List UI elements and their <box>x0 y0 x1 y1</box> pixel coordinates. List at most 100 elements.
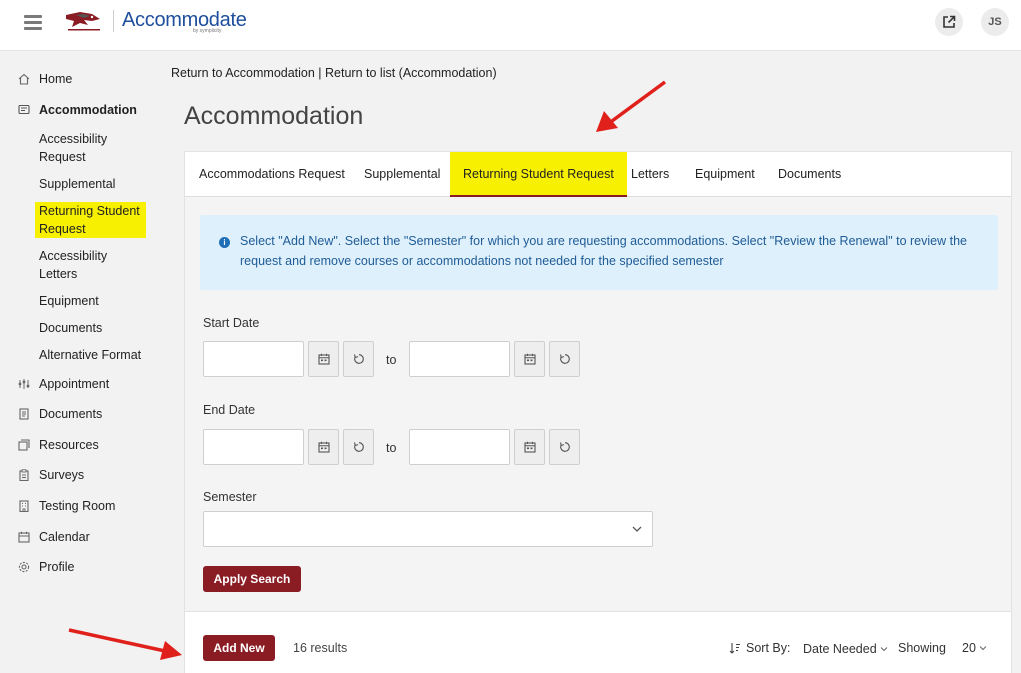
subitem-label-line2: Request <box>39 150 86 164</box>
documents-icon <box>17 408 30 421</box>
profile-icon <box>17 561 30 574</box>
tab-returning-student-request[interactable]: Returning Student Request <box>450 152 627 197</box>
sidebar-item-label: Testing Room <box>39 499 116 513</box>
sidebar-subitem-alternative-format[interactable]: Alternative Format <box>39 346 141 364</box>
info-banner: i Select "Add New". Select the "Semester… <box>200 215 998 290</box>
surveys-icon <box>17 469 30 482</box>
sidebar-subitem-documents[interactable]: Documents <box>39 319 102 337</box>
brand-name[interactable]: Accommodate <box>122 9 247 32</box>
showing-label: Showing <box>898 641 946 655</box>
sidebar-item-appointment[interactable]: Appointment <box>17 377 109 391</box>
start-date-to-calendar-button[interactable] <box>514 341 545 377</box>
tab-supplemental[interactable]: Supplemental <box>364 152 440 197</box>
end-date-to-reset-button[interactable] <box>549 429 580 465</box>
start-date-to-reset-button[interactable] <box>549 341 580 377</box>
start-date-to-input[interactable] <box>409 341 510 377</box>
page-size-value: 20 <box>962 641 976 655</box>
page-title: Accommodation <box>184 102 364 130</box>
school-logo <box>66 12 100 31</box>
sidebar-item-resources[interactable]: Resources <box>17 438 99 452</box>
hamburger-menu-icon[interactable] <box>24 15 42 31</box>
tab-letters[interactable]: Letters <box>631 152 669 197</box>
sidebar-subitem-supplemental[interactable]: Supplemental <box>39 175 115 193</box>
accommodation-icon <box>17 104 30 117</box>
end-date-label: End Date <box>203 403 256 417</box>
reset-icon <box>353 354 364 364</box>
testing-room-icon <box>17 500 30 513</box>
calendar-icon <box>523 441 536 453</box>
tab-accommodations-request[interactable]: Accommodations Request <box>199 152 345 197</box>
start-date-from-calendar-button[interactable] <box>308 341 339 377</box>
calendar-icon <box>317 353 330 365</box>
sidebar-subitem-equipment[interactable]: Equipment <box>39 292 99 310</box>
sidebar-item-documents[interactable]: Documents <box>17 407 102 421</box>
subitem-label-line1: Documents <box>39 321 103 335</box>
subitem-label-line1: Alternative Format <box>39 348 142 362</box>
sidebar-item-profile[interactable]: Profile <box>17 560 74 574</box>
calendar-icon <box>523 353 536 365</box>
main-card: Accommodations Request Supplemental Retu… <box>184 151 1012 673</box>
brand-subtitle: by symplicity <box>193 28 222 34</box>
chevron-down-icon <box>880 647 888 652</box>
results-toolbar: Add New 16 results Sort By: Date Needed … <box>185 611 1011 673</box>
sidebar-item-label: Appointment <box>39 377 110 391</box>
breadcrumb: Return to Accommodation | Return to list… <box>171 66 497 80</box>
subitem-label-line1: Accessibility <box>39 249 108 263</box>
tab-bar: Accommodations Request Supplemental Retu… <box>185 152 1011 197</box>
start-date-label: Start Date <box>203 316 260 330</box>
sidebar-item-label: Profile <box>39 560 75 574</box>
sidebar-item-surveys[interactable]: Surveys <box>17 468 84 482</box>
start-date-from-input[interactable] <box>203 341 304 377</box>
end-date-to-input[interactable] <box>409 429 510 465</box>
sort-icon <box>729 643 740 654</box>
sidebar-item-home[interactable]: Home <box>17 72 72 86</box>
sidebar-subitem-accessibility-letters[interactable]: Accessibility Letters <box>39 247 107 283</box>
sidebar-item-label: Home <box>39 72 73 86</box>
info-icon: i <box>219 237 230 248</box>
tab-equipment[interactable]: Equipment <box>695 152 755 197</box>
sidebar-item-accommodation[interactable]: Accommodation <box>17 103 137 117</box>
chevron-down-icon <box>632 526 642 532</box>
calendar-icon <box>317 441 330 453</box>
end-date-from-calendar-button[interactable] <box>308 429 339 465</box>
sidebar-item-label: Resources <box>39 438 99 452</box>
end-date-from-reset-button[interactable] <box>343 429 374 465</box>
breadcrumb-return-to-list[interactable]: Return to list (Accommodation) <box>325 66 497 80</box>
breadcrumb-separator: | <box>314 66 326 80</box>
subitem-label-line2: Request <box>39 222 86 236</box>
end-date-to-calendar-button[interactable] <box>514 429 545 465</box>
open-external-button[interactable] <box>935 8 963 36</box>
chevron-down-icon <box>980 646 987 651</box>
sidebar: Home Accommodation Accessibility Request… <box>0 52 160 673</box>
subitem-label-line1: Returning Student <box>39 204 140 218</box>
subitem-label-line1: Equipment <box>39 294 99 308</box>
appointment-icon <box>17 378 30 391</box>
reset-icon <box>559 442 570 452</box>
semester-select[interactable] <box>203 511 653 547</box>
page-size-dropdown[interactable]: 20 <box>962 641 987 655</box>
reset-icon <box>353 442 364 452</box>
subitem-label-line2: Letters <box>39 267 78 281</box>
reset-icon <box>559 354 570 364</box>
end-date-from-input[interactable] <box>203 429 304 465</box>
sidebar-subitem-accessibility-request[interactable]: Accessibility Request <box>39 130 107 166</box>
info-text: Select "Add New". Select the "Semester" … <box>240 234 967 268</box>
add-new-button[interactable]: Add New <box>203 635 275 661</box>
sidebar-item-label: Surveys <box>39 468 85 482</box>
results-count: 16 results <box>293 641 348 655</box>
sidebar-subitem-returning-student-request[interactable]: Returning Student Request <box>35 202 146 238</box>
tab-documents[interactable]: Documents <box>778 152 841 197</box>
user-avatar[interactable]: JS <box>981 8 1009 36</box>
start-date-to-label: to <box>386 353 397 367</box>
sort-by-dropdown[interactable]: Date Needed <box>803 642 888 656</box>
breadcrumb-return-to-accommodation[interactable]: Return to Accommodation <box>171 66 315 80</box>
start-date-from-reset-button[interactable] <box>343 341 374 377</box>
sort-by-value: Date Needed <box>803 642 877 656</box>
sidebar-item-calendar[interactable]: Calendar <box>17 530 90 544</box>
home-icon <box>17 73 30 86</box>
semester-label: Semester <box>203 490 257 504</box>
apply-search-button[interactable]: Apply Search <box>203 566 301 592</box>
sidebar-item-testing-room[interactable]: Testing Room <box>17 499 115 513</box>
resources-icon <box>17 439 30 452</box>
subitem-label-line1: Supplemental <box>39 177 116 191</box>
